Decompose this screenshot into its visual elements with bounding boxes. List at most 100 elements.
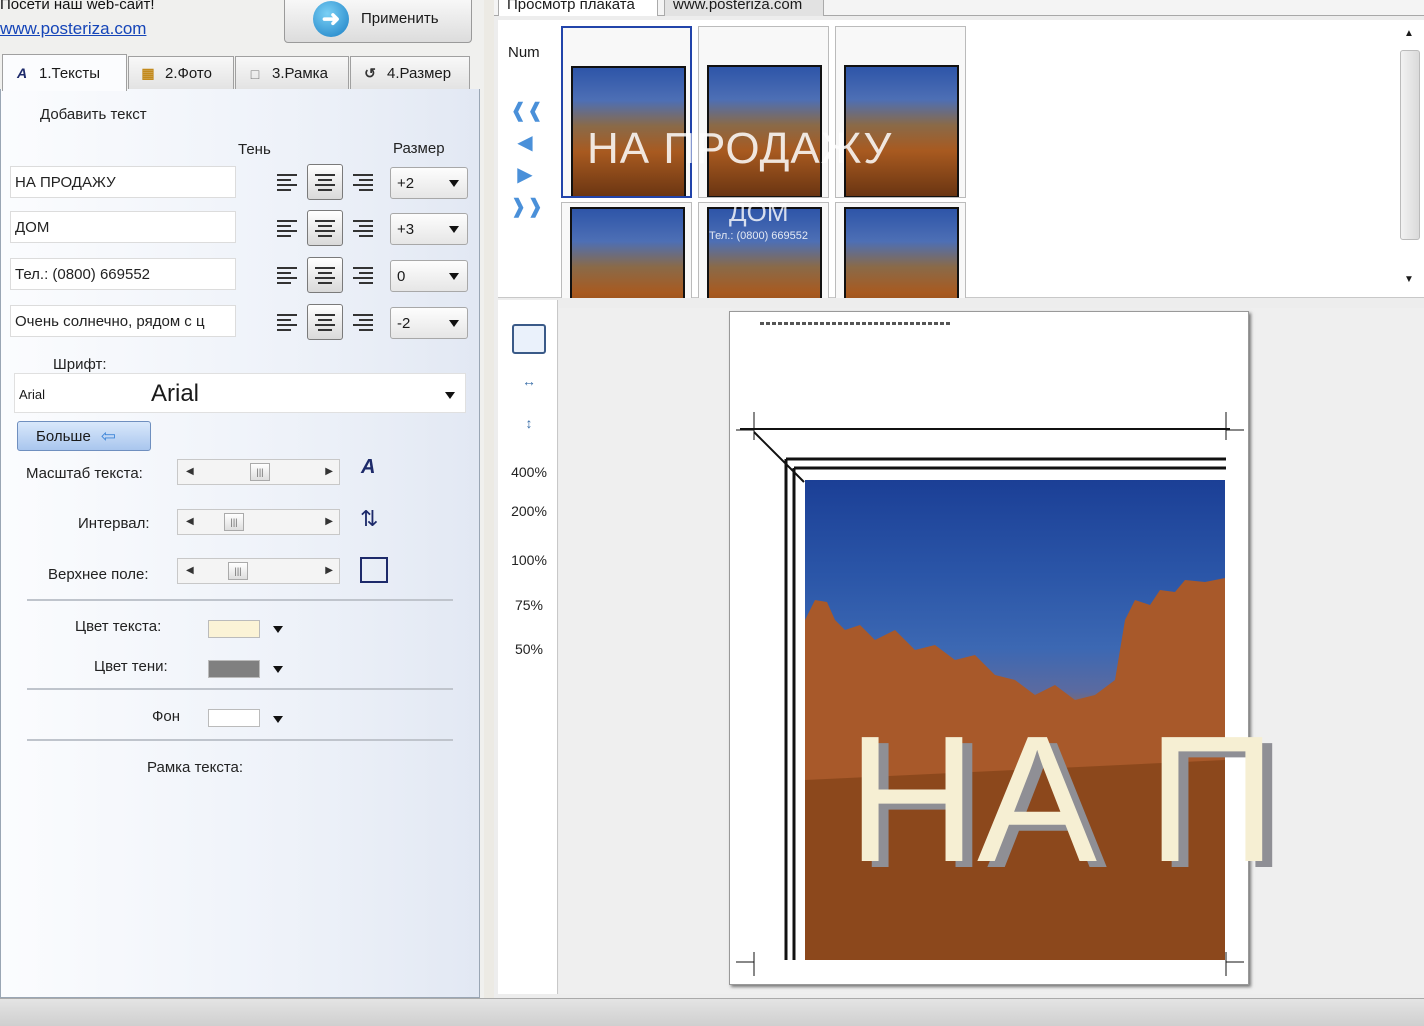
chevron-down-icon (445, 392, 455, 399)
double-arrow-right-icon[interactable]: ❱❱ (510, 195, 544, 219)
font-select[interactable]: Arial Arial (14, 373, 466, 413)
tab-size[interactable]: ↺ 4.Размер (350, 56, 470, 90)
chevron-down-icon (449, 180, 459, 187)
fit-height-button[interactable]: ↕ (510, 406, 548, 440)
poster-line-3-preview: Тел.: (0800) 669552 (709, 230, 808, 242)
align-right-button[interactable] (345, 164, 381, 200)
text-scale-icon: A (361, 456, 376, 478)
frame-icon: □ (250, 65, 260, 82)
text-line-3-align (269, 256, 385, 294)
text-line-1-input[interactable] (10, 166, 236, 198)
arrow-right-icon: ▶ (325, 565, 333, 576)
align-right-button[interactable] (345, 257, 381, 293)
tab-website[interactable]: www.posteriza.com (664, 0, 824, 16)
align-right-icon (353, 219, 373, 237)
more-label: Больше (36, 427, 91, 445)
align-left-button[interactable] (269, 210, 305, 246)
top-margin-slider[interactable]: ◀ ||| ▶ (177, 558, 340, 584)
overview-scrollbar[interactable]: ▲ ▼ (1398, 26, 1422, 294)
align-center-button[interactable] (307, 164, 343, 200)
num-label: Num (508, 44, 540, 61)
align-center-button[interactable] (307, 210, 343, 246)
text-scale-slider[interactable]: ◀ ||| ▶ (177, 459, 340, 485)
shadow-column-header: Тень (238, 141, 271, 158)
align-center-button[interactable] (307, 304, 343, 340)
chevron-down-icon[interactable] (273, 626, 283, 633)
text-line-4-size[interactable]: -2 (390, 307, 468, 339)
divider (27, 739, 453, 741)
shadow-color-swatch[interactable] (208, 660, 260, 678)
tab-poster-preview[interactable]: Просмотр плаката (498, 0, 658, 16)
chevron-down-icon (449, 273, 459, 280)
text-color-label: Цвет текста: (75, 618, 162, 635)
fit-page-icon (512, 324, 546, 354)
promo-label: Посети наш web-сайт! (0, 0, 155, 13)
align-left-icon (277, 173, 297, 191)
chevron-down-icon (449, 320, 459, 327)
align-right-icon (353, 313, 373, 331)
scroll-down-icon[interactable]: ▼ (1404, 274, 1414, 285)
text-line-3-size[interactable]: 0 (390, 260, 468, 292)
zoom-400[interactable]: 400% (506, 464, 552, 480)
align-center-icon (315, 173, 335, 191)
status-bar (0, 998, 1424, 1026)
text-line-3-input[interactable] (10, 258, 236, 290)
fit-page-button[interactable] (510, 322, 548, 356)
tab-texts-label: 1.Тексты (39, 64, 101, 82)
align-center-button[interactable] (307, 257, 343, 293)
arrow-left-icon: ◀ (186, 466, 194, 477)
align-right-button[interactable] (345, 210, 381, 246)
align-left-button[interactable] (269, 164, 305, 200)
zoom-50[interactable]: 50% (506, 641, 552, 657)
tab-size-label: 4.Размер (387, 65, 452, 82)
website-link[interactable]: www.posteriza.com (0, 19, 146, 39)
tab-photo[interactable]: ▦ 2.Фото (128, 56, 234, 90)
fit-width-button[interactable]: ↔ (510, 364, 548, 398)
zoom-200[interactable]: 200% (506, 503, 552, 519)
interval-label: Интервал: (78, 515, 150, 532)
chevron-down-icon[interactable] (273, 716, 283, 723)
apply-button[interactable]: ➜ Применить (284, 0, 472, 43)
align-center-icon (315, 266, 335, 284)
text-color-swatch[interactable] (208, 620, 260, 638)
fit-height-icon: ↕ (525, 415, 533, 431)
text-line-2-size[interactable]: +3 (390, 213, 468, 245)
arrow-left-icon[interactable]: ◀ (510, 131, 540, 155)
more-button[interactable]: Больше ⇦ (17, 421, 151, 451)
text-line-2-input[interactable] (10, 211, 236, 243)
slider-thumb[interactable]: ||| (250, 463, 270, 481)
arrow-right-icon[interactable]: ▶ (510, 163, 540, 187)
text-line-4-input[interactable] (10, 305, 236, 337)
chevron-down-icon[interactable] (273, 666, 283, 673)
text-line-2-size-value: +3 (397, 220, 415, 238)
scroll-up-icon[interactable]: ▲ (1404, 28, 1414, 39)
resize-icon: ↺ (364, 65, 376, 81)
tab-texts[interactable]: A 1.Тексты (2, 54, 127, 91)
background-color-swatch[interactable] (208, 709, 260, 727)
align-left-icon (277, 313, 297, 331)
zoom-100[interactable]: 100% (506, 552, 552, 568)
align-left-button[interactable] (269, 304, 305, 340)
tab-frame[interactable]: □ 3.Рамка (235, 56, 349, 90)
add-text-heading: Добавить текст (40, 106, 147, 123)
text-icon: A (16, 65, 28, 81)
align-right-button[interactable] (345, 304, 381, 340)
slider-thumb[interactable]: ||| (224, 513, 244, 531)
interval-slider[interactable]: ◀ ||| ▶ (177, 509, 340, 535)
align-left-button[interactable] (269, 257, 305, 293)
tab-website-label: www.posteriza.com (673, 0, 803, 13)
text-line-4-align (269, 303, 385, 341)
tab-poster-preview-label: Просмотр плаката (507, 0, 635, 13)
page-tile[interactable] (835, 202, 966, 298)
tile-image (570, 207, 685, 298)
page-tile[interactable] (561, 202, 692, 298)
texts-tab-panel: Добавить текст Тень Размер +2 +3 0 -2 Шр… (0, 89, 480, 998)
font-name: Arial (151, 380, 200, 407)
text-line-4-size-value: -2 (397, 314, 411, 332)
text-line-1-size[interactable]: +2 (390, 167, 468, 199)
double-arrow-left-icon[interactable]: ❰❰ (510, 99, 544, 123)
scroll-thumb[interactable] (1400, 50, 1420, 240)
zoom-75[interactable]: 75% (506, 597, 552, 613)
slider-thumb[interactable]: ||| (228, 562, 248, 580)
top-margin-label: Верхнее поле: (48, 566, 149, 583)
